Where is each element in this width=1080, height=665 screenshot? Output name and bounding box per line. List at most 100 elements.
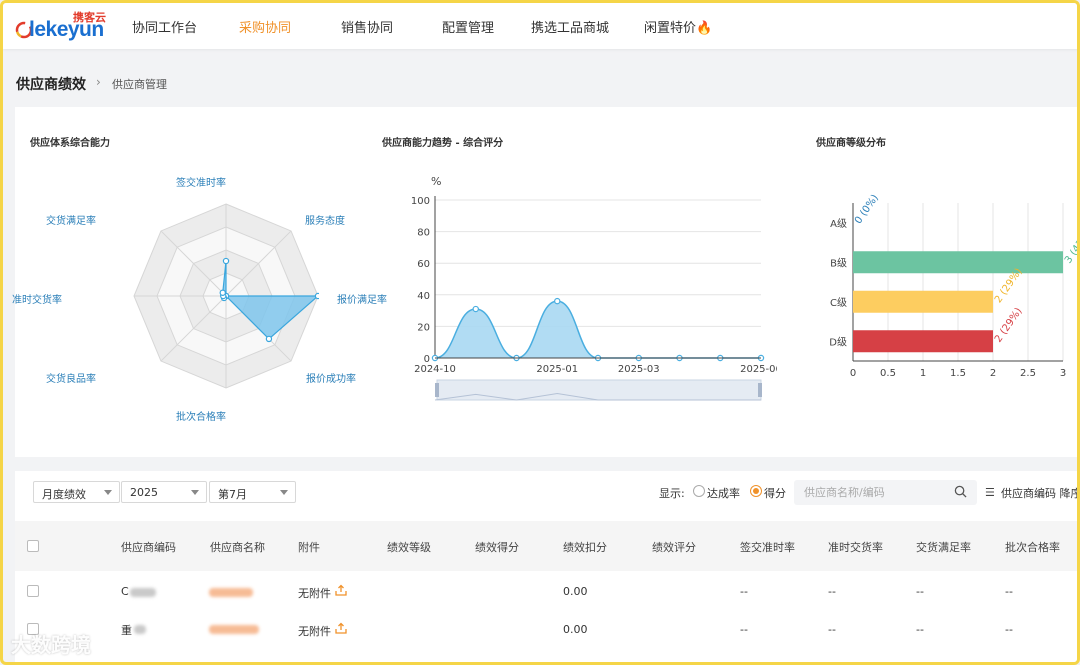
zoom-handle-left[interactable] (435, 383, 439, 397)
radar-indicator-label: 交货满足率 (46, 216, 96, 227)
bar[interactable] (853, 251, 1063, 274)
y-tick-label: 60 (417, 259, 430, 270)
line-chart-title: 供应商能力趋势 - 综合评分 (382, 138, 504, 149)
col-perf-score[interactable]: 绩效得分 (475, 539, 519, 555)
radio-rate-label[interactable]: 达成率 (707, 485, 740, 501)
top-navbar: lekeyun 携客云 协同工作台 采购协同 销售协同 配置管理 携选工品商城 … (3, 3, 1077, 49)
attachment-text: 无附件 (298, 587, 331, 600)
nav-sales-collab[interactable]: 销售协同 (341, 17, 393, 36)
radar-indicator-label: 准时交货率 (12, 295, 62, 306)
col-attachment[interactable]: 附件 (298, 539, 320, 555)
delivery-ontime-value: -- (828, 585, 836, 598)
x-tick-label: 2025-06 (740, 364, 777, 375)
chevron-down-icon (280, 490, 288, 495)
delivery-ontime-value: -- (828, 623, 836, 636)
sign-ontime-value: -- (740, 623, 748, 636)
nav-collab-workbench[interactable]: 协同工作台 (132, 17, 197, 36)
radar-point[interactable] (222, 257, 230, 265)
month-select-value: 第7月 (218, 488, 247, 501)
x-tick-label: 2025-01 (536, 364, 578, 375)
category-label: D级 (829, 336, 847, 348)
nav-idle-special[interactable]: 闲置特价🔥 (644, 17, 712, 36)
supplier-name-link[interactable] (209, 625, 259, 634)
sort-icon[interactable]: ☰ (985, 486, 995, 499)
col-delivery-ontime[interactable]: 准时交货率 (828, 539, 883, 555)
x-tick-label: 2 (990, 368, 996, 377)
supplier-name-link[interactable] (209, 588, 253, 597)
col-sign-ontime[interactable]: 签交准时率 (740, 539, 795, 555)
y-tick-label: 20 (417, 322, 430, 333)
table-header: 供应商编码 供应商名称 附件 绩效等级 绩效得分 绩效扣分 绩效评分 签交准时率… (15, 521, 1077, 571)
x-tick-label: 0.5 (880, 368, 896, 377)
logo-cn-text: 携客云 (73, 11, 106, 24)
perf-deduct: 0.00 (563, 585, 588, 598)
supplier-code: 重 (121, 624, 132, 637)
data-point[interactable] (472, 305, 479, 313)
col-supplier-code[interactable]: 供应商编码 (121, 539, 176, 555)
col-batch-pass[interactable]: 批次合格率 (1005, 539, 1060, 555)
year-select-value: 2025 (130, 486, 158, 499)
radio-rate[interactable] (693, 485, 705, 497)
bar-data-label: 0 (0%) (853, 193, 881, 227)
radar-point[interactable] (314, 292, 319, 300)
nav-mall[interactable]: 携选工品商城 (531, 17, 609, 36)
sort-label[interactable]: 供应商编码 降序 (1001, 485, 1077, 501)
y-tick-label: 80 (417, 228, 430, 239)
nav-idle-special-label: 闲置特价 (644, 21, 697, 36)
month-select[interactable]: 第7月 (209, 481, 296, 503)
x-tick-label: 2025-03 (618, 364, 660, 375)
upload-icon[interactable] (335, 584, 347, 596)
nav-config-management[interactable]: 配置管理 (442, 17, 494, 36)
category-label: C级 (830, 297, 847, 309)
page-title: 供应商绩效 (16, 77, 86, 93)
y-axis-unit: % (431, 175, 441, 188)
x-tick-label: 1.5 (950, 368, 966, 377)
zoom-slider[interactable] (436, 379, 762, 401)
year-select[interactable]: 2025 (121, 481, 207, 503)
period-select[interactable]: 月度绩效 (33, 481, 120, 503)
radar-indicator-label: 服务态度 (305, 216, 345, 227)
bar-chart-title: 供应商等级分布 (816, 138, 886, 149)
area-chart: %0204060801002024-10 2025-01 2025-03 2025-0… (411, 175, 777, 401)
row-checkbox[interactable] (27, 585, 39, 597)
radar-point[interactable] (219, 289, 226, 296)
col-delivery-fulfill[interactable]: 交货满足率 (916, 539, 971, 555)
data-point[interactable] (554, 297, 561, 305)
zoom-handle-right[interactable] (758, 383, 762, 397)
blurred-code (130, 588, 156, 597)
col-supplier-name[interactable]: 供应商名称 (210, 539, 265, 555)
radar-indicator-label: 报价成功率 (306, 374, 356, 385)
fire-icon: 🔥 (696, 21, 713, 36)
bar[interactable] (853, 330, 993, 353)
y-tick-label: 100 (411, 196, 430, 207)
search-input[interactable] (794, 480, 977, 505)
sign-ontime-value: -- (740, 585, 748, 598)
radar-point[interactable] (265, 335, 273, 343)
blurred-code (134, 625, 146, 634)
radio-score[interactable] (750, 485, 762, 497)
delivery-fulfill-value: -- (916, 585, 924, 598)
radar-indicator-label: 签交准时率 (176, 178, 226, 189)
radio-score-label[interactable]: 得分 (764, 485, 786, 501)
bar-chart: 0 0.5 1 1.5 2 2.5 3 A级 0 (0%) B级 3 (43% C级 2 (29%) D级… (829, 193, 1077, 377)
attachment-text: 无附件 (298, 625, 331, 638)
upload-icon[interactable] (335, 622, 347, 634)
app-frame: lekeyun 携客云 协同工作台 采购协同 销售协同 配置管理 携选工品商城 … (0, 0, 1080, 665)
col-perf-rating[interactable]: 绩效评分 (652, 539, 696, 555)
search-icon[interactable] (954, 485, 967, 498)
chevron-right-icon: › (96, 75, 101, 89)
col-perf-grade[interactable]: 绩效等级 (387, 539, 431, 555)
category-label: B级 (830, 257, 847, 269)
select-all-checkbox[interactable] (27, 540, 39, 552)
x-tick-label: 1 (920, 368, 926, 377)
nav-purchase-collab[interactable]: 采购协同 (239, 17, 291, 36)
col-perf-deduct[interactable]: 绩效扣分 (563, 539, 607, 555)
logo[interactable]: lekeyun 携客云 (15, 9, 115, 43)
breadcrumb-item[interactable]: 供应商管理 (112, 76, 167, 92)
radar-indicator-label: 报价满足率 (337, 295, 387, 306)
perf-deduct: 0.00 (563, 623, 588, 636)
radar-indicator-label: 交货良品率 (46, 374, 96, 385)
batch-pass-value: -- (1005, 585, 1013, 598)
bar[interactable] (853, 290, 993, 313)
display-label: 显示: (659, 487, 685, 500)
